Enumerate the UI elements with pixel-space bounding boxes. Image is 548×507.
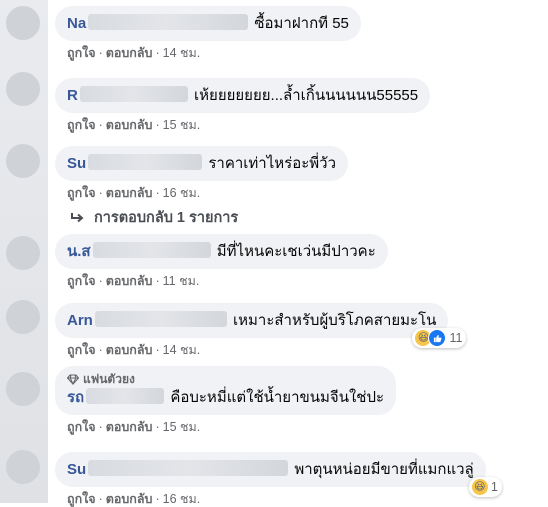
commenter-name[interactable]: Su bbox=[67, 155, 86, 172]
comment-text: ซื้อมาฝากที 55 bbox=[254, 15, 349, 32]
like-button[interactable]: ถูกใจ bbox=[67, 343, 96, 357]
comment: แฟนตัวยง รถ คือบะหมี่แต่ใช้น้ำยาขนมจีนใช… bbox=[55, 366, 397, 435]
comment: R เห้ยยยยยยย...ล้ำเกิ้นนนนนน55555 ถูกใจ ·… bbox=[55, 78, 431, 133]
reaction-count: 11 bbox=[449, 330, 463, 345]
haha-emoji-icon: 😆 bbox=[471, 479, 488, 495]
reply-button[interactable]: ตอบกลับ bbox=[106, 420, 153, 434]
reply-button[interactable]: ตอบกลับ bbox=[106, 118, 153, 132]
like-button[interactable]: ถูกใจ bbox=[67, 420, 96, 434]
comment-text: พาตุนหน่อยมีขายที่แมกแวลู่ bbox=[294, 461, 474, 478]
avatar-column bbox=[0, 0, 48, 503]
redacted-name bbox=[92, 242, 211, 258]
comment-bubble: Arn เหมาะสำหรับผู้บริโภคสายมะโน 😆 11 bbox=[55, 303, 467, 348]
view-replies-link[interactable]: การตอบกลับ 1 รายการ bbox=[70, 206, 238, 229]
redacted-name bbox=[88, 14, 249, 30]
reaction-summary[interactable]: 😆 1 bbox=[468, 477, 502, 497]
diamond-icon bbox=[67, 374, 79, 385]
reply-button[interactable]: ตอบกลับ bbox=[106, 186, 153, 200]
timestamp[interactable]: 15 ชม. bbox=[163, 420, 201, 434]
reply-button[interactable]: ตอบกลับ bbox=[106, 46, 153, 60]
redacted-name bbox=[86, 388, 165, 404]
like-button[interactable]: ถูกใจ bbox=[67, 118, 96, 132]
comment-actions: ถูกใจ · ตอบกลับ · 15 ชม. bbox=[67, 118, 201, 132]
timestamp[interactable]: 14 ชม. bbox=[163, 343, 201, 357]
avatar[interactable] bbox=[6, 450, 40, 484]
reply-button[interactable]: ตอบกลับ bbox=[106, 343, 153, 357]
avatar[interactable] bbox=[6, 6, 40, 40]
like-button[interactable]: ถูกใจ bbox=[67, 274, 96, 288]
comment: น.ส มีที่ไหนคะเชเว่นมีปาวคะ ถูกใจ · ตอบกลั… bbox=[55, 234, 388, 289]
comment: Na ซื้อมาฝากที 55 ถูกใจ · ตอบกลับ · 14 ชม. bbox=[55, 6, 361, 61]
replies-count-label: การตอบกลับ 1 รายการ bbox=[94, 210, 239, 226]
like-reaction-icon bbox=[428, 329, 447, 347]
comment-bubble: แฟนตัวยง รถ คือบะหมี่แต่ใช้น้ำยาขนมจีนใช… bbox=[55, 366, 397, 415]
commenter-name[interactable]: รถ bbox=[67, 389, 84, 406]
comment: Arn เหมาะสำหรับผู้บริโภคสายมะโน 😆 11 ถูก… bbox=[55, 303, 467, 358]
comment-actions: ถูกใจ · ตอบกลับ · 16 ชม. bbox=[67, 186, 201, 200]
comment-bubble: น.ส มีที่ไหนคะเชเว่นมีปาวคะ bbox=[55, 234, 388, 269]
top-fan-badge[interactable]: แฟนตัวยง bbox=[67, 372, 384, 387]
commenter-name[interactable]: น.ส bbox=[67, 243, 91, 260]
avatar[interactable] bbox=[6, 72, 40, 106]
commenter-name[interactable]: R bbox=[67, 87, 78, 104]
badge-label: แฟนตัวยง bbox=[83, 372, 135, 386]
comment-bubble: Na ซื้อมาฝากที 55 bbox=[55, 6, 361, 41]
reply-button[interactable]: ตอบกลับ bbox=[106, 492, 153, 506]
avatar[interactable] bbox=[6, 144, 40, 178]
reply-arrow-icon bbox=[71, 212, 84, 222]
avatar[interactable] bbox=[6, 372, 40, 406]
commenter-name[interactable]: Arn bbox=[67, 312, 93, 329]
comment-bubble: Su พาตุนหน่อยมีขายที่แมกแวลู่ 😆 1 bbox=[55, 452, 502, 497]
comment-text: ราคาเท่าไหร่อะพี่วัว bbox=[208, 155, 337, 172]
comment-bubble: R เห้ยยยยยยย...ล้ำเกิ้นนนนนน55555 bbox=[55, 78, 431, 113]
timestamp[interactable]: 16 ชม. bbox=[163, 492, 201, 506]
like-button[interactable]: ถูกใจ bbox=[67, 186, 96, 200]
like-button[interactable]: ถูกใจ bbox=[67, 46, 96, 60]
timestamp[interactable]: 15 ชม. bbox=[163, 118, 201, 132]
comment-text: เห้ยยยยยยย...ล้ำเกิ้นนนนนน55555 bbox=[194, 87, 419, 104]
comment-text: มีที่ไหนคะเชเว่นมีปาวคะ bbox=[216, 243, 376, 260]
redacted-name bbox=[79, 86, 188, 102]
commenter-name[interactable]: Su bbox=[67, 461, 86, 478]
comment-actions: ถูกใจ · ตอบกลับ · 14 ชม. bbox=[67, 343, 201, 357]
timestamp[interactable]: 16 ชม. bbox=[163, 186, 201, 200]
like-button[interactable]: ถูกใจ bbox=[67, 492, 96, 506]
avatar[interactable] bbox=[6, 300, 40, 334]
avatar[interactable] bbox=[6, 236, 40, 270]
redacted-name bbox=[88, 460, 289, 476]
redacted-name bbox=[94, 311, 227, 327]
reply-button[interactable]: ตอบกลับ bbox=[106, 274, 153, 288]
comment-text: คือบะหมี่แต่ใช้น้ำยาขนมจีนใช่ปะ bbox=[170, 389, 385, 406]
comment: Su ราคาเท่าไหร่อะพี่วัว ถูกใจ · ตอบกลับ · 16… bbox=[55, 146, 349, 201]
comment-actions: ถูกใจ · ตอบกลับ · 16 ชม. bbox=[67, 492, 201, 506]
comment-actions: ถูกใจ · ตอบกลับ · 15 ชม. bbox=[67, 420, 201, 434]
commenter-name[interactable]: Na bbox=[67, 15, 86, 32]
redacted-name bbox=[88, 154, 203, 170]
comment-actions: ถูกใจ · ตอบกลับ · 14 ชม. bbox=[67, 46, 201, 60]
comment-bubble: Su ราคาเท่าไหร่อะพี่วัว bbox=[55, 146, 349, 181]
timestamp[interactable]: 14 ชม. bbox=[163, 46, 201, 60]
comment: Su พาตุนหน่อยมีขายที่แมกแวลู่ 😆 1 ถูกใจ ·… bbox=[55, 452, 502, 507]
reaction-count: 1 bbox=[490, 479, 498, 494]
comment-actions: ถูกใจ · ตอบกลับ · 11 ชม. bbox=[67, 274, 200, 288]
timestamp[interactable]: 11 ชม. bbox=[163, 274, 200, 288]
comment-text: เหมาะสำหรับผู้บริโภคสายมะโน bbox=[233, 312, 437, 329]
reaction-summary[interactable]: 😆 11 bbox=[412, 328, 467, 348]
